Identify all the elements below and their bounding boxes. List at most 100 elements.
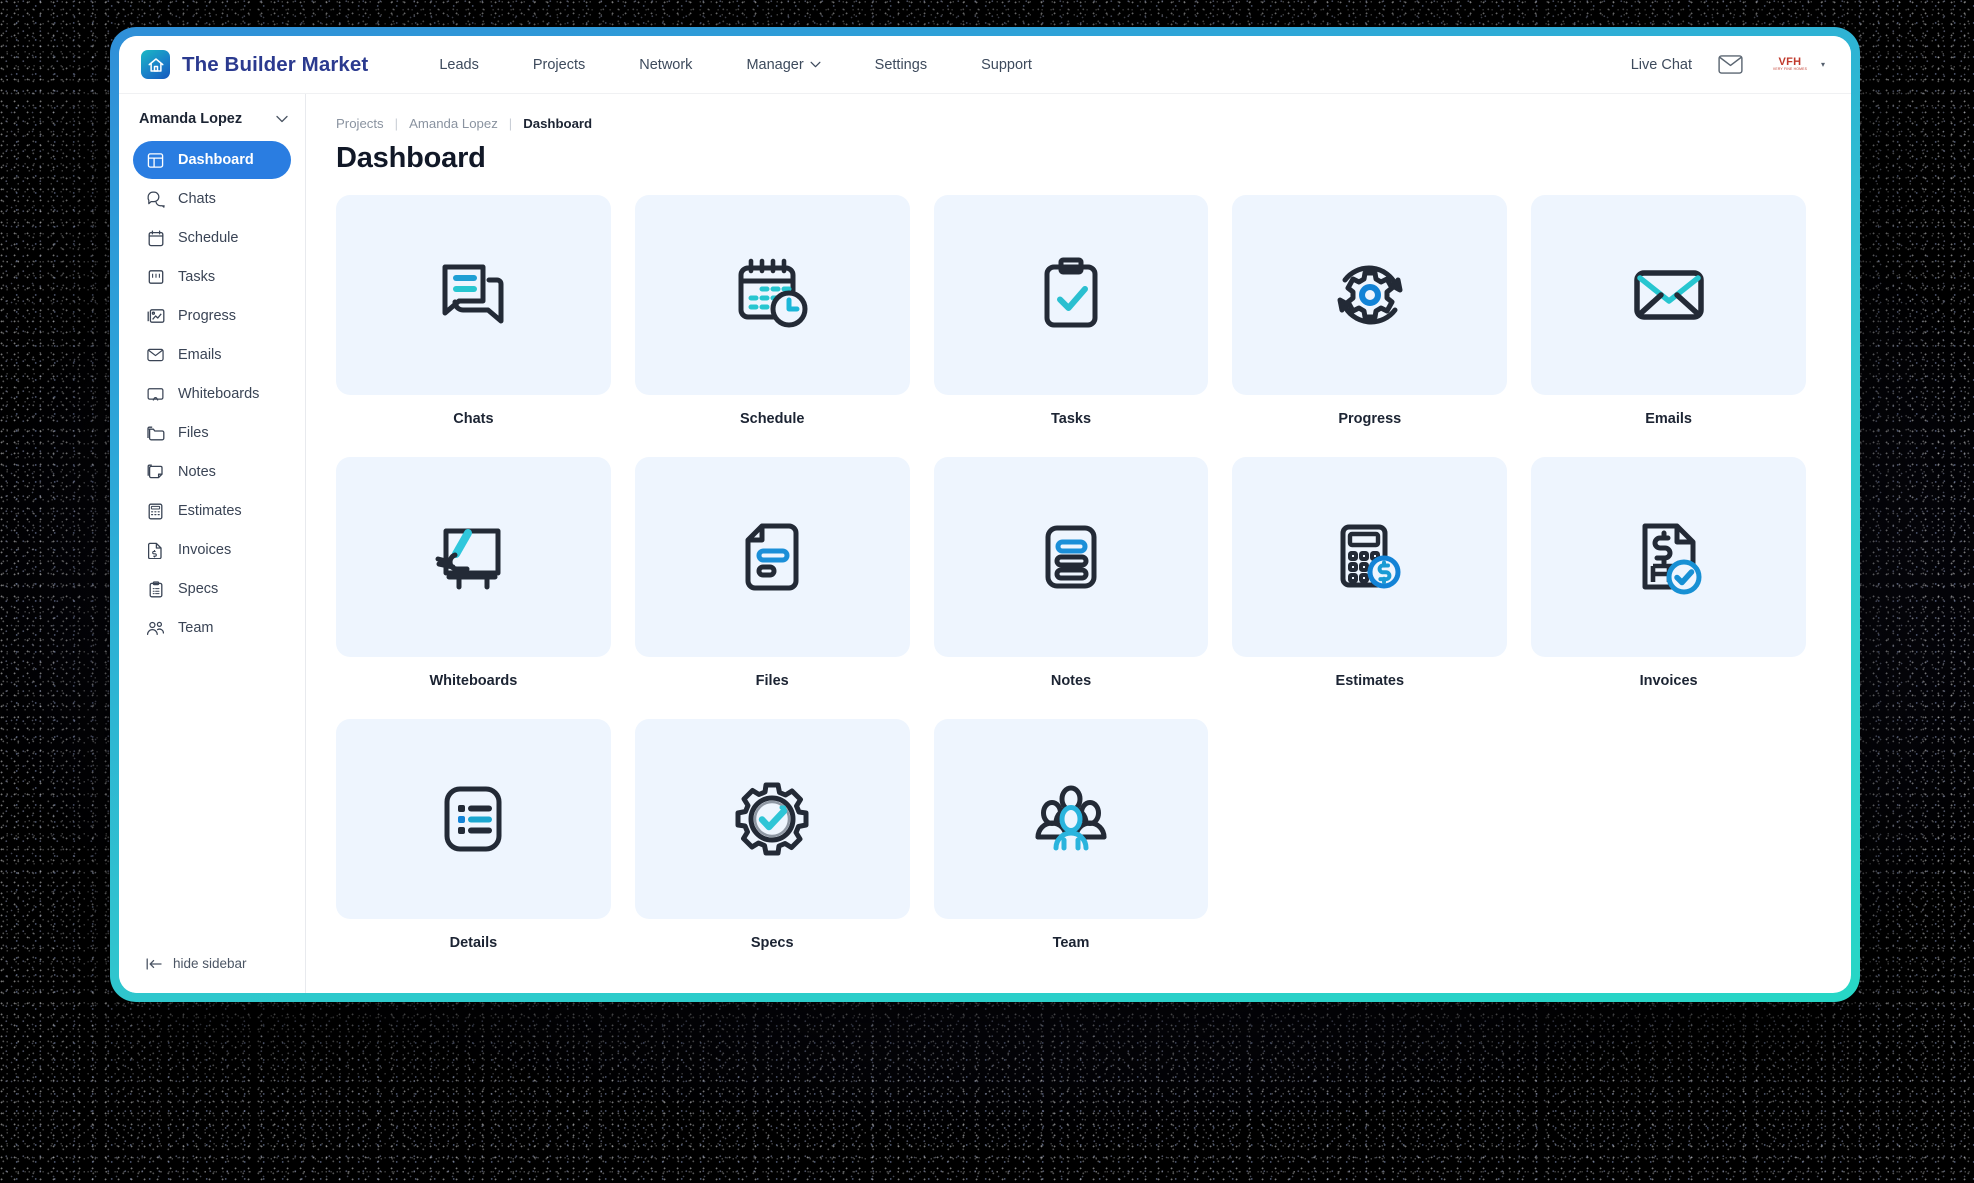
tile-label: Estimates bbox=[1335, 673, 1405, 689]
hide-sidebar-button[interactable]: hide sidebar bbox=[119, 956, 305, 993]
nav-label: Network bbox=[639, 56, 693, 73]
app-header: The Builder Market Leads Projects Networ… bbox=[119, 36, 1851, 94]
tile-specs[interactable]: Specs bbox=[634, 719, 910, 977]
tile-label: Specs bbox=[750, 935, 794, 951]
avatar-logo-subtext: VERY FINE HOMES bbox=[1772, 67, 1808, 72]
nav-item-leads[interactable]: Leads bbox=[412, 51, 506, 79]
folder-icon bbox=[146, 424, 165, 443]
sidebar-item-emails[interactable]: Emails bbox=[133, 336, 291, 374]
nav-item-settings[interactable]: Settings bbox=[848, 51, 954, 79]
sidebar-item-label: Specs bbox=[178, 581, 219, 597]
tile-icon-box bbox=[634, 719, 910, 919]
tile-notes[interactable]: Notes bbox=[933, 457, 1209, 715]
tile-chats[interactable]: Chats bbox=[336, 195, 611, 453]
brand[interactable]: The Builder Market bbox=[141, 50, 368, 79]
people-icon bbox=[146, 619, 165, 638]
tile-details[interactable]: Details bbox=[336, 719, 611, 977]
sidebar-item-label: Files bbox=[178, 425, 209, 441]
house-app-logo-icon bbox=[141, 50, 170, 79]
sidebar-item-dashboard[interactable]: Dashboard bbox=[133, 141, 291, 179]
chat-bubbles-icon bbox=[442, 264, 504, 324]
clipboard-check-icon bbox=[1044, 257, 1098, 328]
sidebar: Amanda Lopez Dashboard Chats Schedule Ta… bbox=[119, 94, 306, 993]
sidebar-item-tasks[interactable]: Tasks bbox=[133, 258, 291, 296]
tile-icon-box bbox=[634, 195, 910, 395]
calculator-icon bbox=[146, 502, 165, 521]
tile-label: Details bbox=[449, 935, 498, 951]
nav-label: Projects bbox=[532, 56, 586, 73]
sidebar-item-label: Dashboard bbox=[178, 152, 254, 168]
sidebar-item-estimates[interactable]: Estimates bbox=[133, 492, 291, 530]
collapse-left-icon bbox=[146, 957, 162, 970]
nav-label: Leads bbox=[439, 56, 479, 73]
tile-label: Invoices bbox=[1639, 673, 1698, 689]
envelope-icon bbox=[1633, 270, 1704, 320]
sidebar-user-switcher[interactable]: Amanda Lopez bbox=[119, 111, 305, 127]
clipboard-icon bbox=[146, 580, 165, 599]
tile-progress[interactable]: Progress bbox=[1232, 195, 1508, 453]
sidebar-item-notes[interactable]: Notes bbox=[133, 453, 291, 491]
tile-icon-box bbox=[933, 719, 1209, 919]
screenshot-root: The Builder Market Leads Projects Networ… bbox=[0, 0, 1974, 1183]
sidebar-item-progress[interactable]: Progress bbox=[133, 297, 291, 335]
breadcrumb: Projects | Amanda Lopez | Dashboard bbox=[336, 116, 1821, 131]
chevron-down-icon: ▾ bbox=[1820, 60, 1825, 69]
nav-item-support[interactable]: Support bbox=[954, 51, 1059, 79]
sidebar-item-label: Chats bbox=[178, 191, 216, 207]
tile-icon-box bbox=[634, 457, 910, 657]
whiteboard-icon bbox=[146, 385, 165, 404]
sidebar-item-whiteboards[interactable]: Whiteboards bbox=[133, 375, 291, 413]
note-icon bbox=[146, 463, 165, 482]
header-right: Live Chat VFH VERY FINE HOMES ▾ bbox=[1631, 54, 1825, 76]
tile-icon-box bbox=[336, 719, 611, 919]
tile-label: Files bbox=[755, 673, 789, 689]
sidebar-user-name: Amanda Lopez bbox=[139, 111, 243, 127]
tile-label: Emails bbox=[1645, 411, 1692, 427]
nav-item-network[interactable]: Network bbox=[612, 51, 719, 79]
tile-icon-box bbox=[1531, 195, 1806, 395]
sidebar-item-schedule[interactable]: Schedule bbox=[133, 219, 291, 257]
tile-icon-box bbox=[933, 457, 1209, 657]
envelope-icon[interactable] bbox=[1718, 55, 1743, 74]
sidebar-item-specs[interactable]: Specs bbox=[133, 570, 291, 608]
sidebar-item-label: Notes bbox=[178, 464, 216, 480]
breadcrumb-item-amanda-lopez[interactable]: Amanda Lopez bbox=[409, 116, 498, 131]
tile-emails[interactable]: Emails bbox=[1531, 195, 1806, 453]
sidebar-item-team[interactable]: Team bbox=[133, 609, 291, 647]
nav-item-manager[interactable]: Manager bbox=[719, 51, 847, 79]
tile-tasks[interactable]: Tasks bbox=[933, 195, 1209, 453]
invoice-icon bbox=[146, 541, 165, 560]
main-content: Projects | Amanda Lopez | Dashboard Dash… bbox=[306, 94, 1851, 993]
sidebar-item-label: Invoices bbox=[178, 542, 232, 558]
nav-label: Settings bbox=[874, 56, 928, 73]
sidebar-item-chats[interactable]: Chats bbox=[133, 180, 291, 218]
tile-label: Chats bbox=[453, 411, 494, 427]
tile-schedule[interactable]: Schedule bbox=[634, 195, 910, 453]
tile-team[interactable]: Team bbox=[933, 719, 1209, 977]
avatar: VFH VERY FINE HOMES bbox=[1769, 54, 1811, 76]
user-menu[interactable]: VFH VERY FINE HOMES ▾ bbox=[1769, 54, 1825, 76]
tile-label: Tasks bbox=[1050, 411, 1092, 427]
sidebar-item-files[interactable]: Files bbox=[133, 414, 291, 452]
sidebar-item-label: Schedule bbox=[178, 230, 239, 246]
breadcrumb-item-projects[interactable]: Projects bbox=[336, 116, 384, 131]
breadcrumb-item-dashboard: Dashboard bbox=[523, 116, 593, 131]
chevron-down-icon bbox=[276, 115, 288, 123]
whiteboard-hand-icon bbox=[435, 528, 501, 590]
sidebar-item-invoices[interactable]: Invoices bbox=[133, 531, 291, 569]
notes-lines-icon bbox=[1045, 525, 1097, 589]
sidebar-item-label: Team bbox=[178, 620, 214, 636]
tile-files[interactable]: Files bbox=[634, 457, 910, 715]
nav-item-projects[interactable]: Projects bbox=[506, 51, 612, 79]
chat-bubbles-icon bbox=[146, 190, 165, 209]
tile-label: Schedule bbox=[739, 411, 805, 427]
sidebar-item-label: Whiteboards bbox=[178, 386, 260, 402]
browser-window-frame: The Builder Market Leads Projects Networ… bbox=[110, 27, 1860, 1002]
live-chat-button[interactable]: Live Chat bbox=[1631, 57, 1692, 73]
list-details-icon bbox=[444, 786, 502, 852]
tile-whiteboards[interactable]: Whiteboards bbox=[336, 457, 611, 715]
nav-label: Manager bbox=[746, 56, 804, 73]
sidebar-nav: Dashboard Chats Schedule Tasks Progress … bbox=[119, 141, 305, 647]
tile-invoices[interactable]: Invoices bbox=[1531, 457, 1806, 715]
tile-estimates[interactable]: Estimates bbox=[1232, 457, 1508, 715]
